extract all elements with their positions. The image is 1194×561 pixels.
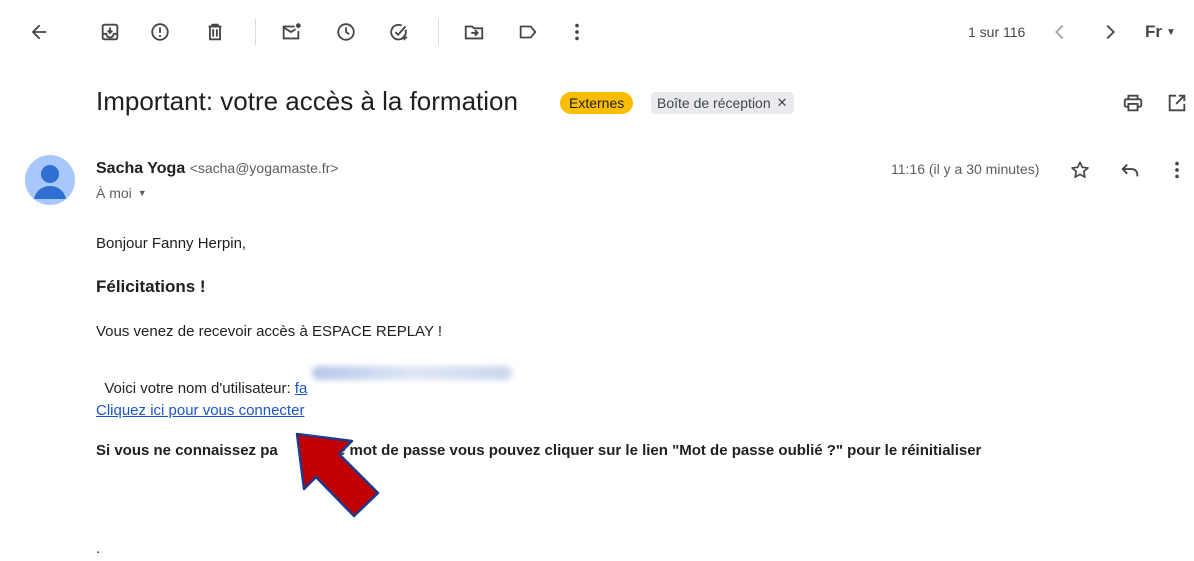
label-chip-text: Externes xyxy=(569,95,625,111)
arrow-left-icon xyxy=(31,24,47,40)
username-prefix: Voici votre nom d'utilisateur: xyxy=(104,380,295,397)
snooze-clock-icon xyxy=(337,23,355,41)
reply-icon xyxy=(1121,163,1139,177)
star-button[interactable] xyxy=(1066,156,1094,184)
chevron-down-icon: ▼ xyxy=(137,188,147,198)
login-link[interactable]: Cliquez ici pour vous connecter xyxy=(96,402,304,419)
add-task-button[interactable] xyxy=(385,18,413,46)
password-reset-text: Si vous ne connaissez pa e mot de passe … xyxy=(96,442,1096,462)
print-icon xyxy=(1123,94,1143,112)
previous-email-button[interactable] xyxy=(1046,18,1074,46)
email-subject: Important: votre accès à la formation xyxy=(96,86,518,116)
access-text: Vous venez de recevoir accès à ESPACE RE… xyxy=(96,323,443,340)
label-chip-externes[interactable]: Externes xyxy=(560,92,634,114)
toolbar-divider xyxy=(438,19,439,45)
reset-text-start: Si vous ne connaissez pa xyxy=(96,442,278,459)
annotation-arrow xyxy=(295,432,380,518)
username-line: Voici votre nom d'utilisateur: fa xyxy=(96,363,307,397)
annotation-arrow-shape xyxy=(295,432,380,518)
pagination-count: 1 sur 116 xyxy=(968,24,1026,40)
more-actions-button[interactable] xyxy=(563,18,591,46)
archive-button[interactable] xyxy=(96,18,124,46)
trash-icon xyxy=(208,23,222,41)
recipient-label: À moi xyxy=(96,185,132,201)
chevron-right-icon xyxy=(1106,24,1115,40)
print-button[interactable] xyxy=(1119,89,1147,117)
language-selector[interactable]: Fr ▼ xyxy=(1145,22,1176,42)
chevron-left-icon xyxy=(1055,24,1064,40)
label-button[interactable] xyxy=(514,18,542,46)
move-to-button[interactable] xyxy=(460,18,488,46)
archive-icon xyxy=(101,23,119,41)
move-to-folder-icon xyxy=(464,25,484,40)
more-vertical-icon xyxy=(1175,161,1179,179)
congratulations-heading: Félicitations ! xyxy=(96,277,206,296)
sender-line: Sacha Yoga <sacha@yogamaste.fr> xyxy=(96,160,339,178)
language-label: Fr xyxy=(1145,22,1162,41)
username-link[interactable]: fa xyxy=(295,380,308,397)
sender-name[interactable]: Sacha Yoga xyxy=(96,160,185,177)
delete-button[interactable] xyxy=(201,18,229,46)
add-task-icon xyxy=(390,23,408,41)
open-new-window-button[interactable] xyxy=(1163,89,1191,117)
reply-button[interactable] xyxy=(1116,156,1144,184)
more-vertical-icon xyxy=(575,23,579,41)
snooze-button[interactable] xyxy=(332,18,360,46)
toolbar-divider xyxy=(255,19,256,45)
remove-label-icon[interactable]: ✕ xyxy=(777,95,788,111)
default-avatar-icon xyxy=(34,165,66,199)
avatar[interactable] xyxy=(25,155,75,205)
report-spam-button[interactable] xyxy=(146,18,174,46)
mark-unread-icon xyxy=(282,23,301,40)
back-button[interactable] xyxy=(25,18,53,46)
sender-email: <sacha@yogamaste.fr> xyxy=(189,160,339,176)
next-email-button[interactable] xyxy=(1096,18,1124,46)
report-spam-icon xyxy=(151,23,169,41)
email-time: 11:16 (il y a 30 minutes) xyxy=(891,161,1040,177)
reset-text-end: e mot de passe vous pouvez cliquer sur l… xyxy=(337,442,982,459)
greeting-text: Bonjour Fanny Herpin, xyxy=(96,235,247,252)
label-chip-inbox[interactable]: Boîte de réception ✕ xyxy=(651,92,794,114)
recipient-dropdown[interactable]: À moi ▼ xyxy=(96,185,147,201)
message-more-button[interactable] xyxy=(1163,156,1191,184)
label-icon xyxy=(519,25,537,39)
chevron-down-icon: ▼ xyxy=(1166,26,1176,38)
mark-unread-button[interactable] xyxy=(277,18,305,46)
redacted-username-blur xyxy=(312,366,512,380)
star-icon xyxy=(1071,161,1089,178)
open-in-new-icon xyxy=(1168,94,1186,112)
trailing-dot: . xyxy=(96,540,101,557)
label-chip-text: Boîte de réception xyxy=(657,95,771,111)
